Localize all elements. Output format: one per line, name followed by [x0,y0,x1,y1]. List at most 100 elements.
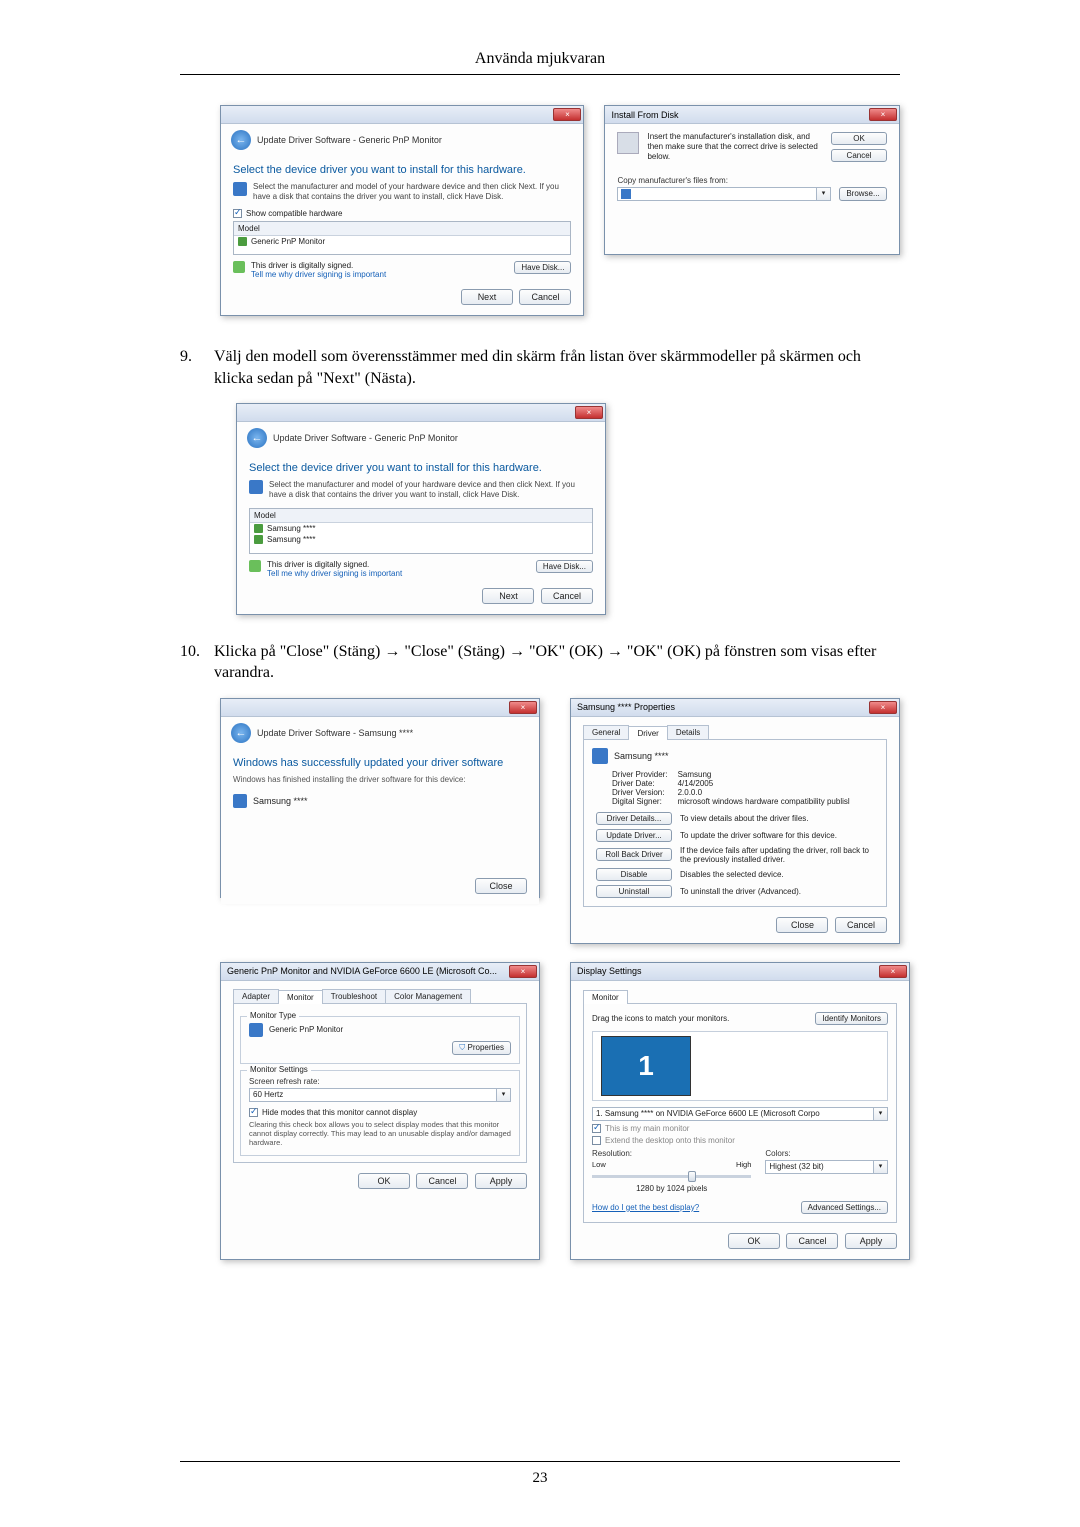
signed-text: This driver is digitally signed. [267,560,402,569]
close-icon[interactable]: × [575,406,603,419]
val-provider: Samsung [678,770,850,779]
next-button[interactable]: Next [482,588,534,604]
chevron-down-icon[interactable]: ▾ [497,1088,511,1102]
cancel-button[interactable]: Cancel [786,1233,838,1249]
close-icon[interactable]: × [879,965,907,978]
uninstall-button[interactable]: Uninstall [596,885,672,898]
dialog-display-settings: Display Settings× Monitor Drag the icons… [570,962,910,1260]
cancel-button[interactable]: Cancel [519,289,571,305]
step-9: 9. Välj den modell som överensstämmer me… [180,346,900,389]
dialog-title: Display Settings [577,966,642,976]
device-name: Samsung **** [253,796,308,806]
tab-troubleshoot[interactable]: Troubleshoot [322,989,386,1003]
chevron-down-icon[interactable]: ▾ [874,1107,888,1121]
monitor-icon [233,794,247,808]
chevron-down-icon[interactable]: ▾ [817,187,831,201]
close-icon[interactable]: × [869,108,897,121]
val-signer: microsoft windows hardware compatibility… [678,797,850,806]
tab-driver[interactable]: Driver [628,726,667,740]
cancel-button[interactable]: Cancel [831,149,887,162]
have-disk-button[interactable]: Have Disk... [536,560,593,573]
breadcrumb: Update Driver Software - Samsung **** [257,728,413,738]
chevron-down-icon[interactable]: ▾ [874,1160,888,1174]
refresh-select[interactable]: 60 Hertz [249,1088,497,1102]
desc-details: To view details about the driver files. [680,814,878,823]
cancel-button[interactable]: Cancel [835,917,887,933]
checkbox-main-monitor[interactable] [592,1124,601,1133]
signing-link[interactable]: Tell me why driver signing is important [267,569,402,578]
ok-button[interactable]: OK [728,1233,780,1249]
close-icon[interactable]: × [509,965,537,978]
disable-button[interactable]: Disable [596,868,672,881]
dialog-subtext: Windows has finished installing the driv… [233,775,527,784]
tab-color-management[interactable]: Color Management [385,989,471,1003]
tab-monitor[interactable]: Monitor [278,990,323,1004]
dialog-title: Generic PnP Monitor and NVIDIA GeForce 6… [227,966,497,976]
close-button[interactable]: Close [776,917,828,933]
signing-link[interactable]: Tell me why driver signing is important [251,270,386,279]
device-icon [249,480,263,494]
list-item[interactable]: Samsung **** [267,524,315,533]
back-icon[interactable]: ← [247,428,267,448]
properties-button[interactable]: ⛉ Properties [452,1041,511,1055]
checkbox-compatible[interactable] [233,209,242,218]
checkbox-hide-modes[interactable] [249,1108,258,1117]
back-icon[interactable]: ← [231,130,251,150]
list-item[interactable]: Generic PnP Monitor [251,237,325,246]
header-rule [180,74,900,75]
checkbox-extend[interactable] [592,1136,601,1145]
cancel-button[interactable]: Cancel [416,1173,468,1189]
copy-from-label: Copy manufacturer's files from: [617,176,887,185]
have-disk-button[interactable]: Have Disk... [514,261,571,274]
rollback-button[interactable]: Roll Back Driver [596,848,672,861]
dialog-device-properties: Samsung **** Properties× General Driver … [570,698,900,944]
dialog-heading: Windows has successfully updated your dr… [233,757,527,769]
group-monitor-type: Monitor Type [247,1011,299,1020]
resolution-label: Resolution: [592,1149,751,1158]
monitor-select[interactable]: 1. Samsung **** on NVIDIA GeForce 6600 L… [592,1107,874,1121]
page-number: 23 [0,1461,1080,1487]
dialog-subtext: Select the manufacturer and model of you… [269,480,593,499]
step-text: Välj den modell som överensstämmer med d… [214,346,900,389]
close-button[interactable]: Close [475,878,527,894]
driver-details-button[interactable]: Driver Details... [596,812,672,825]
best-display-link[interactable]: How do I get the best display? [592,1203,699,1212]
tab-general[interactable]: General [583,725,629,739]
tab-adapter[interactable]: Adapter [233,989,279,1003]
colors-label: Colors: [765,1149,888,1158]
back-icon[interactable]: ← [231,723,251,743]
hide-modes-desc: Clearing this check box allows you to se… [249,1120,511,1147]
signed-text: This driver is digitally signed. [251,261,386,270]
resolution-slider[interactable] [592,1175,751,1178]
apply-button[interactable]: Apply [475,1173,527,1189]
cancel-button[interactable]: Cancel [541,588,593,604]
install-msg: Insert the manufacturer's installation d… [647,132,823,162]
monitor-icon [254,524,263,533]
dialog-update-driver-2: × ← Update Driver Software - Generic PnP… [236,403,606,614]
checkbox-extend-label: Extend the desktop onto this monitor [605,1136,735,1145]
colors-select[interactable]: Highest (32 bit) [765,1160,874,1174]
shield-icon [233,261,245,273]
close-icon[interactable]: × [509,701,537,714]
ok-button[interactable]: OK [358,1173,410,1189]
ok-button[interactable]: OK [831,132,887,145]
browse-button[interactable]: Browse... [839,187,887,201]
model-listbox[interactable]: Model Generic PnP Monitor [233,221,571,255]
close-icon[interactable]: × [553,108,581,121]
tab-details[interactable]: Details [667,725,709,739]
identify-button[interactable]: Identify Monitors [815,1012,888,1025]
checkbox-hide-modes-label: Hide modes that this monitor cannot disp… [262,1108,417,1117]
advanced-settings-button[interactable]: Advanced Settings... [801,1201,888,1214]
monitor-preview-1[interactable]: 1 [601,1036,691,1096]
path-input[interactable] [617,187,817,201]
breadcrumb: Update Driver Software - Generic PnP Mon… [273,433,458,443]
next-button[interactable]: Next [461,289,513,305]
model-listbox[interactable]: Model Samsung **** Samsung **** [249,508,593,554]
close-icon[interactable]: × [869,701,897,714]
step-text: Klicka på "Close" (Stäng) → "Close" (Stä… [214,641,900,684]
update-driver-button[interactable]: Update Driver... [596,829,672,842]
tab-monitor[interactable]: Monitor [583,990,628,1004]
list-item[interactable]: Samsung **** [267,535,315,544]
dialog-monitor-adapter: Generic PnP Monitor and NVIDIA GeForce 6… [220,962,540,1260]
apply-button[interactable]: Apply [845,1233,897,1249]
